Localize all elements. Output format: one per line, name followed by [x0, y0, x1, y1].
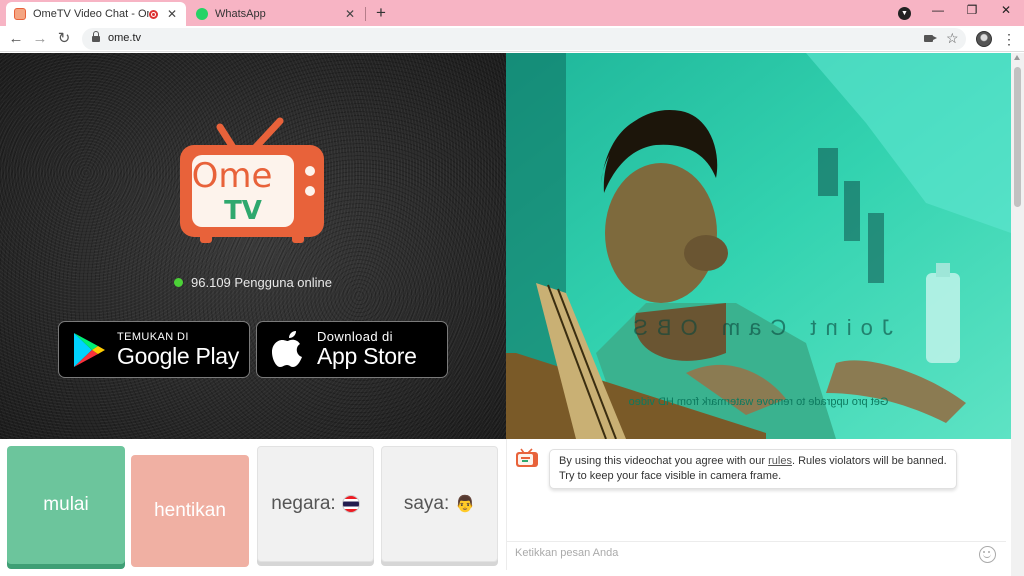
online-count-text: 96.109 Pengguna online — [191, 275, 332, 290]
scroll-up-arrow-icon[interactable] — [1014, 55, 1020, 60]
lock-icon — [92, 31, 100, 43]
country-selector[interactable]: negara: — [257, 446, 374, 562]
tab-strip: OmeTV Video Chat - Omegle ✕ WhatsApp ✕ +… — [0, 0, 1024, 26]
google-play-big-text: Google Play — [117, 343, 239, 369]
video-watermark: Joint Cam OBS — [624, 315, 893, 340]
tab-search-icon[interactable]: ▼ — [898, 7, 911, 20]
my-profile-selector[interactable]: saya: 👨 — [381, 446, 498, 562]
ometv-logo: Ome TV — [180, 117, 324, 243]
url-text[interactable]: ome.tv — [108, 32, 141, 44]
maximize-button[interactable]: ❐ — [962, 3, 982, 17]
camera-in-use-icon[interactable] — [924, 35, 937, 42]
profile-avatar-icon[interactable] — [976, 31, 992, 47]
person-emoji-icon: 👨 — [455, 496, 476, 513]
pro-upgrade-notice: Get pro upgrade to remove watermark from… — [628, 396, 889, 408]
start-button[interactable]: mulai — [7, 446, 125, 564]
forward-button[interactable]: → — [31, 30, 49, 48]
thailand-flag-icon — [341, 495, 360, 513]
apple-icon — [272, 331, 302, 367]
me-label: saya: — [403, 493, 450, 514]
scrollbar-thumb[interactable] — [1014, 67, 1021, 207]
bookmark-star-icon[interactable]: ☆ — [946, 30, 959, 47]
app-store-big-text: App Store — [317, 343, 417, 369]
tab-title: WhatsApp — [215, 8, 266, 20]
new-tab-button[interactable]: + — [372, 3, 390, 23]
logo-text-tv: TV — [224, 196, 262, 226]
minimize-button[interactable]: — — [928, 3, 948, 17]
chat-controls: mulai hentikan negara: saya: 👨 — [0, 439, 506, 576]
tab-ometv[interactable]: OmeTV Video Chat - Omegle ✕ — [6, 2, 186, 26]
google-play-button[interactable]: TEMUKAN DI Google Play — [58, 321, 250, 378]
whatsapp-favicon-icon — [196, 8, 208, 20]
app-store-small-text: Download di — [317, 329, 393, 344]
logo-text-ome: Ome — [192, 156, 273, 196]
google-play-small-text: TEMUKAN DI — [117, 331, 189, 343]
system-message: By using this videochat you agree with o… — [549, 449, 957, 489]
chat-panel: By using this videochat you agree with o… — [506, 439, 1006, 570]
recording-icon — [149, 9, 158, 19]
country-label: negara: — [271, 493, 336, 514]
ometv-small-logo-icon — [516, 448, 538, 467]
reload-button[interactable]: ↻ — [55, 30, 73, 48]
emoji-picker-icon[interactable] — [979, 546, 996, 563]
close-tab-icon[interactable]: ✕ — [166, 7, 178, 21]
message-text-before: By using this videochat you agree with o… — [559, 455, 769, 467]
address-bar[interactable]: ome.tv ☆ — [82, 28, 966, 50]
tab-whatsapp[interactable]: WhatsApp ✕ — [188, 2, 364, 26]
tab-title: OmeTV Video Chat - Omegle — [33, 8, 149, 20]
google-play-icon — [74, 333, 105, 367]
back-button[interactable]: ← — [7, 30, 25, 48]
chat-input-bar — [507, 541, 1006, 566]
app-store-button[interactable]: Download di App Store — [256, 321, 448, 378]
chat-message-input[interactable] — [515, 547, 955, 559]
branding-panel: Ome TV 96.109 Pengguna online TEMUKAN DI… — [0, 53, 506, 439]
tab-separator — [365, 7, 366, 21]
browser-toolbar: ← → ↻ ome.tv ☆ — [0, 26, 1024, 52]
online-users: 96.109 Pengguna online — [0, 275, 506, 290]
page-scrollbar[interactable] — [1011, 53, 1024, 576]
close-window-button[interactable]: ✕ — [996, 3, 1016, 17]
stop-button[interactable]: hentikan — [131, 455, 249, 567]
rules-link[interactable]: rules — [768, 455, 792, 467]
close-tab-icon[interactable]: ✕ — [344, 7, 356, 21]
browser-menu-icon[interactable]: ⋮ — [1002, 30, 1016, 48]
partner-video: Joint Cam OBS Get pro upgrade to remove … — [506, 53, 1011, 439]
online-indicator-icon — [174, 278, 184, 287]
video-frame-image — [506, 53, 1011, 439]
ometv-favicon-icon — [14, 8, 26, 20]
